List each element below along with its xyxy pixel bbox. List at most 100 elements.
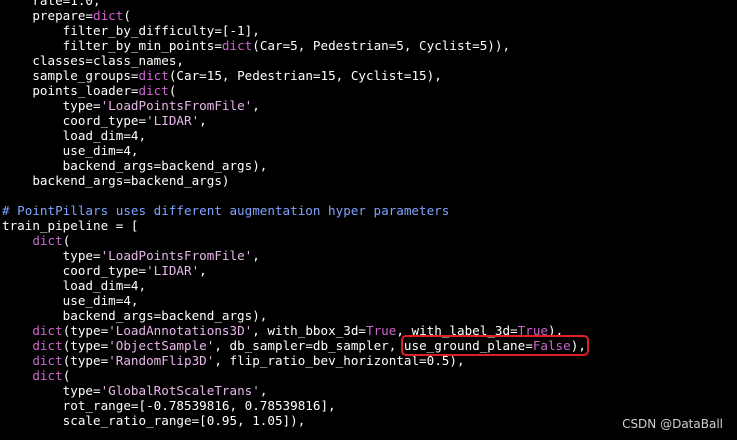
- code-token: (: [62, 368, 71, 383]
- code-token: (Car=15, Pedestrian=15, Cyclist=15),: [168, 68, 442, 83]
- code-line: filter_by_min_points=dict(Car=5, Pedestr…: [0, 38, 737, 53]
- code-token: dict: [32, 233, 63, 248]
- code-line: type='GlobalRotScaleTrans',: [0, 383, 737, 398]
- code-token: filter_by_min_points=: [62, 38, 222, 53]
- code-line: dict(type='LoadAnnotations3D', with_bbox…: [0, 323, 737, 338]
- code-token: dict: [93, 8, 124, 23]
- code-token: coord_type=: [62, 113, 147, 128]
- code-token: backend_args=backend_args),: [62, 308, 268, 323]
- code-line: type='LoadPointsFromFile',: [0, 98, 737, 113]
- code-token: type=: [62, 248, 101, 263]
- code-token: points_loader=: [32, 83, 139, 98]
- code-line: coord_type='LIDAR',: [0, 263, 737, 278]
- code-token: dict: [32, 353, 63, 368]
- code-token: rate=1.0,: [32, 0, 101, 8]
- code-token: type=: [62, 383, 101, 398]
- code-token: (Car=5, Pedestrian=5, Cyclist=5)),: [252, 38, 511, 53]
- code-token: (type=: [62, 353, 109, 368]
- code-token: , flip_ratio_bev_horizontal=0.5),: [214, 353, 465, 368]
- code-token: load_dim=4,: [62, 278, 147, 293]
- code-token: ),: [548, 323, 564, 338]
- code-token: prepare=: [32, 8, 94, 23]
- code-token: 'GlobalRotScaleTrans': [100, 383, 260, 398]
- code-token: dict: [32, 338, 63, 353]
- code-token: scale_ratio_range=[0.95, 1.05]),: [62, 413, 306, 428]
- code-line: use_dim=4,: [0, 293, 737, 308]
- code-token: ,: [199, 113, 207, 128]
- code-token: dict: [138, 83, 169, 98]
- code-token: filter_by_difficulty=[-1],: [62, 23, 260, 38]
- code-token: 'LIDAR': [146, 263, 200, 278]
- code-line: use_dim=4,: [0, 143, 737, 158]
- code-line: type='LoadPointsFromFile',: [0, 248, 737, 263]
- code-token: type=: [62, 98, 101, 113]
- code-token: 'LoadPointsFromFile': [100, 98, 253, 113]
- code-token: (: [62, 233, 71, 248]
- code-token: , db_sampler=db_sampler,: [214, 338, 404, 353]
- code-token: , with_label_3d=: [396, 323, 518, 338]
- code-line: load_dim=4,: [0, 278, 737, 293]
- code-line: classes=class_names,: [0, 53, 737, 68]
- code-token: dict: [32, 368, 63, 383]
- code-line: load_dim=4,: [0, 128, 737, 143]
- code-token: train_pipeline = [: [2, 218, 139, 233]
- code-token: ,: [252, 98, 260, 113]
- code-token: backend_args=backend_args),: [62, 158, 268, 173]
- code-line: # PointPillars uses different augmentati…: [0, 203, 737, 218]
- code-token: (: [123, 8, 131, 23]
- code-line: dict(: [0, 368, 737, 383]
- code-line: dict(: [0, 233, 737, 248]
- code-line: dict(type='RandomFlip3D', flip_ratio_bev…: [0, 353, 737, 368]
- code-token: rot_range=[-0.78539816, 0.78539816],: [62, 398, 336, 413]
- code-token: use_ground_plane=: [403, 338, 533, 353]
- code-token: classes=class_names,: [32, 53, 184, 68]
- code-token: # PointPillars uses different augmentati…: [2, 203, 450, 218]
- code-token: ),: [570, 338, 586, 353]
- code-line: prepare=dict(: [0, 8, 737, 23]
- code-token: ,: [252, 248, 260, 263]
- code-token: (type=: [62, 338, 109, 353]
- code-token: 'RandomFlip3D': [108, 353, 215, 368]
- code-token: (type=: [62, 323, 109, 338]
- code-token: True: [365, 323, 397, 338]
- code-token: ,: [199, 263, 207, 278]
- code-line: sample_groups=dict(Car=15, Pedestrian=15…: [0, 68, 737, 83]
- code-line: dict(type='ObjectSample', db_sampler=db_…: [0, 335, 737, 356]
- code-line: coord_type='LIDAR',: [0, 113, 737, 128]
- code-token: 'LoadPointsFromFile': [100, 248, 253, 263]
- code-token: ,: [259, 383, 268, 398]
- code-line: train_pipeline = [: [0, 218, 737, 233]
- code-token: True: [517, 323, 548, 338]
- code-token: (: [168, 83, 177, 98]
- code-editor[interactable]: rate=1.0, prepare=dict( filter_by_diffic…: [0, 0, 737, 440]
- code-line: backend_args=backend_args),: [0, 158, 737, 173]
- code-line: filter_by_difficulty=[-1],: [0, 23, 737, 38]
- code-token: use_dim=4,: [62, 293, 139, 308]
- code-line: backend_args=backend_args): [0, 173, 737, 188]
- code-token: dict: [32, 323, 63, 338]
- code-token: 'LIDAR': [146, 113, 200, 128]
- code-token: False: [532, 338, 571, 353]
